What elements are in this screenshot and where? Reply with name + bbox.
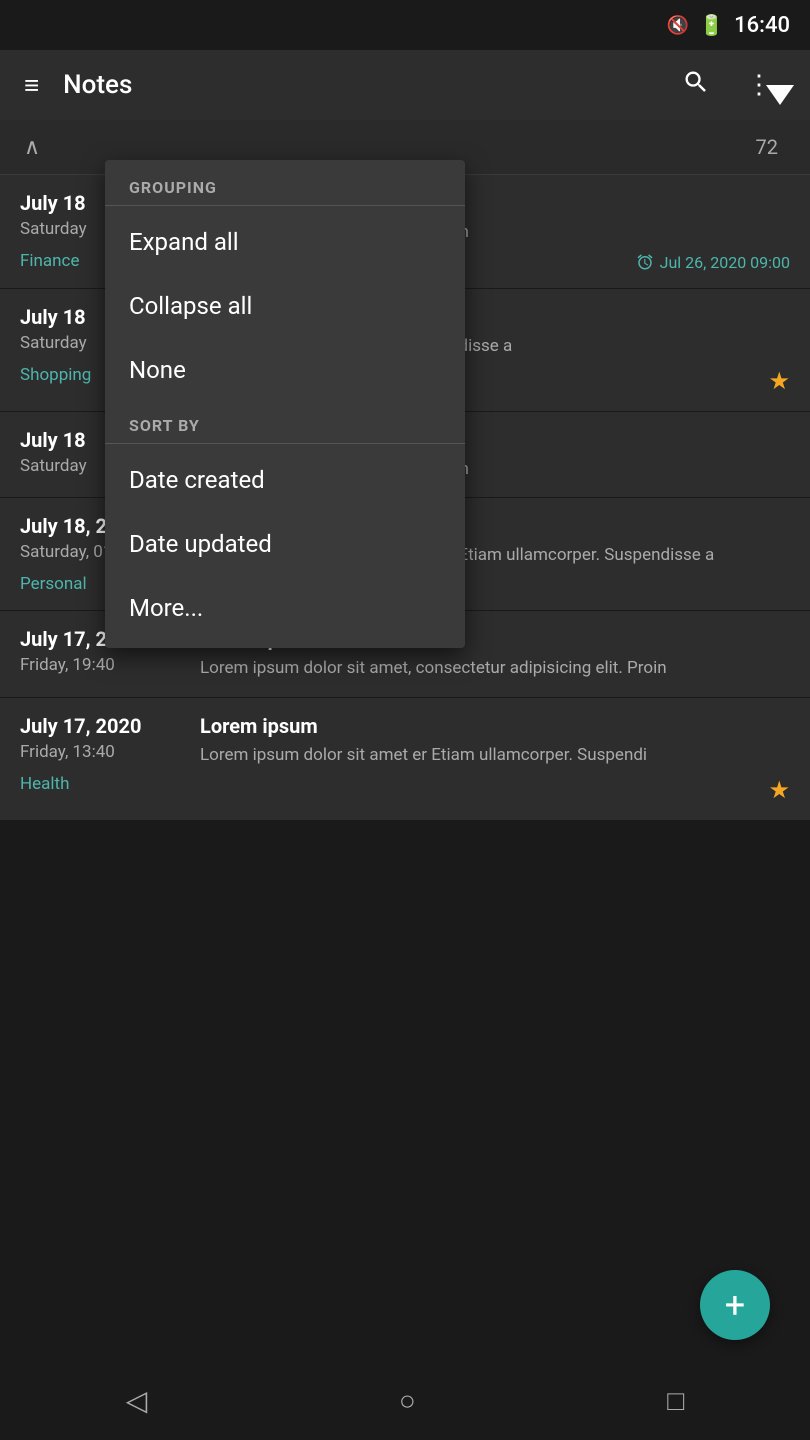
alarm-icon: Jul 26, 2020 09:00 [636, 253, 790, 272]
star-icon: ★ [768, 367, 790, 395]
app-title: Notes [63, 70, 658, 100]
status-icons: 🔇 🔋 16:40 [667, 13, 790, 38]
dropdown-divider-2 [105, 443, 465, 444]
group-count: 72 [756, 135, 778, 159]
note-title: Lorem ipsum [200, 714, 790, 738]
dropdown-divider-1 [105, 205, 465, 206]
note-footer: ★ [200, 776, 790, 804]
fab-plus-icon: + [725, 1287, 745, 1323]
app-bar-actions: ⋮ [674, 60, 780, 111]
recent-apps-button[interactable]: □ [637, 1372, 714, 1429]
note-body: Lorem ipsum dolor sit amet, consectetur … [200, 657, 790, 681]
collapse-button[interactable]: ∧ [16, 127, 48, 168]
nav-bar: ◁ ○ □ [0, 1360, 810, 1440]
dropdown-triangle [766, 85, 794, 105]
battery-icon: 🔋 [699, 13, 724, 37]
sim-icon: 🔇 [667, 15, 689, 36]
more-item[interactable]: More... [105, 576, 465, 640]
note-date-col: July 17, 2020 Friday, 13:40 Health [20, 714, 180, 804]
collapse-all-item[interactable]: Collapse all [105, 274, 465, 338]
menu-icon[interactable]: ≡ [16, 62, 47, 109]
home-button[interactable]: ○ [369, 1372, 446, 1429]
note-content: Lorem ipsum Lorem ipsum dolor sit amet e… [200, 714, 790, 804]
app-bar: ≡ Notes ⋮ [0, 50, 810, 120]
date-updated-item[interactable]: Date updated [105, 512, 465, 576]
fab-button[interactable]: + [700, 1270, 770, 1340]
list-item[interactable]: July 17, 2020 Friday, 13:40 Health Lorem… [0, 698, 810, 821]
note-date-sub: Friday, 13:40 [20, 742, 180, 762]
grouping-section-header: GROUPING [105, 168, 465, 205]
note-date-main: July 17, 2020 [20, 714, 180, 738]
sort-by-section-header: SORT BY [105, 402, 465, 443]
note-body: Lorem ipsum dolor sit amet er Etiam ulla… [200, 744, 790, 768]
status-time: 16:40 [734, 13, 790, 38]
alarm-time: Jul 26, 2020 09:00 [660, 253, 790, 272]
none-item[interactable]: None [105, 338, 465, 402]
star-icon: ★ [768, 776, 790, 804]
date-created-item[interactable]: Date created [105, 448, 465, 512]
note-tag: Health [20, 774, 180, 794]
back-button[interactable]: ◁ [96, 1372, 178, 1429]
expand-all-item[interactable]: Expand all [105, 210, 465, 274]
note-date-sub: Friday, 19:40 [20, 655, 180, 675]
search-icon[interactable] [674, 60, 718, 111]
dropdown-menu: GROUPING Expand all Collapse all None SO… [105, 160, 465, 648]
status-bar: 🔇 🔋 16:40 [0, 0, 810, 50]
